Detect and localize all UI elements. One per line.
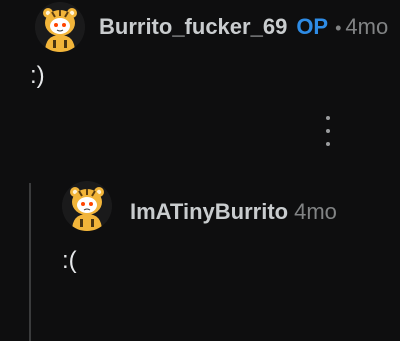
thread-collapse-line[interactable] <box>29 183 31 341</box>
snoo-tiger-avatar-icon <box>62 181 112 231</box>
comment-age: 4mo <box>294 199 337 224</box>
more-options-vertical-icon <box>326 116 330 120</box>
snoo-tiger-avatar-icon <box>35 2 85 52</box>
more-options-button[interactable] <box>318 116 338 146</box>
comment-header: ImATinyBurrito 4mo <box>130 199 337 225</box>
more-options-vertical-icon <box>326 142 330 146</box>
comment-body: :( <box>62 247 77 274</box>
username-link[interactable]: Burrito_fucker_69 <box>99 14 287 40</box>
meta-separator: • <box>335 18 342 38</box>
comment-age: 4mo <box>345 14 389 39</box>
more-options-vertical-icon <box>326 129 330 133</box>
parent-comment: Burrito_fucker_69 OP • 4mo :) <box>0 0 400 180</box>
username-link[interactable]: ImATinyBurrito <box>130 199 288 225</box>
comment-body: :) <box>30 62 45 89</box>
user-avatar[interactable] <box>35 2 85 52</box>
comment-header: Burrito_fucker_69 OP • 4mo <box>99 14 388 40</box>
op-badge: OP <box>296 14 329 39</box>
user-avatar[interactable] <box>62 181 112 231</box>
